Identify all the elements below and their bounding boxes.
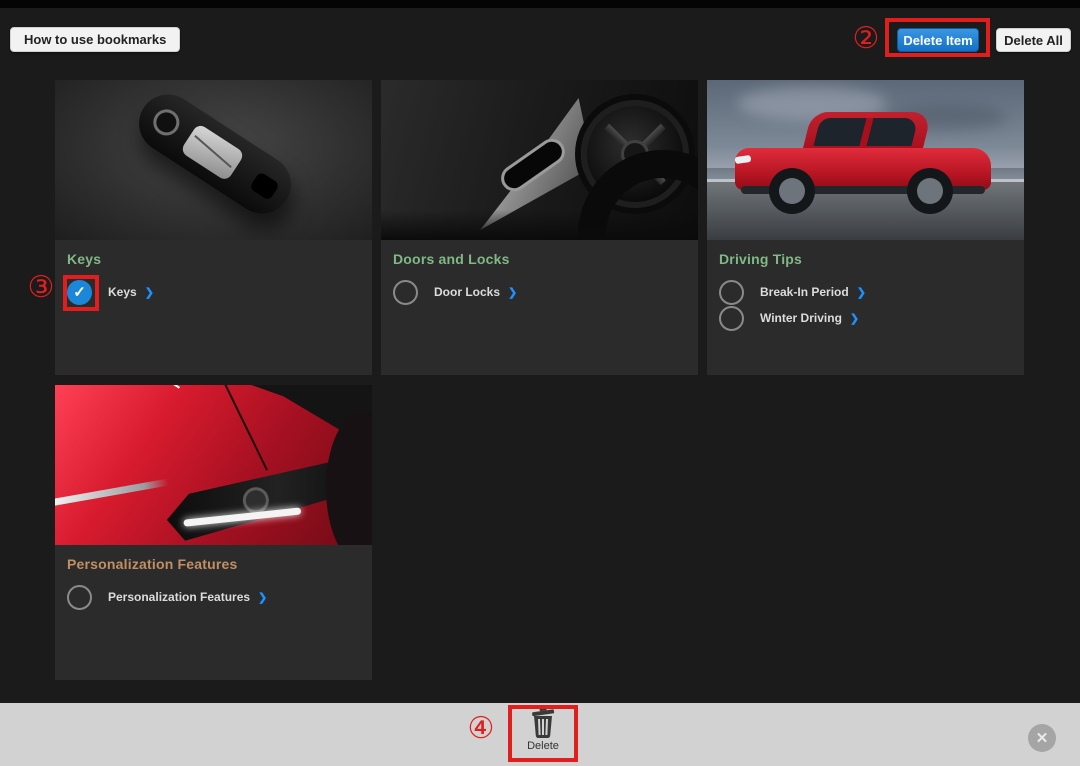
check-icon: ✓ [73, 283, 86, 301]
annotation-number-2: ② [852, 22, 880, 55]
delete-tool-label: Delete [527, 740, 559, 752]
card-title: Personalization Features [67, 556, 238, 572]
card-title: Doors and Locks [393, 251, 510, 267]
keys-photo [55, 80, 372, 240]
key-fob-illustration [127, 83, 303, 225]
bookmarks-screen: How to use bookmarks Delete Item Delete … [0, 0, 1080, 766]
delete-tool-button[interactable]: Delete [513, 707, 573, 752]
close-button[interactable]: ✕ [1028, 724, 1056, 752]
bookmark-row-keys[interactable]: ✓ Keys ❯ [67, 279, 360, 305]
bookmark-link-label[interactable]: Break-In Period [760, 285, 849, 299]
card-driving-tips: Driving Tips ✓ Break-In Period ❯ ✓ Winte… [707, 80, 1024, 375]
checkbox-personalization-features[interactable]: ✓ [67, 584, 92, 610]
chevron-right-icon: ❯ [849, 312, 860, 325]
bookmark-row-personalization-features[interactable]: ✓ Personalization Features ❯ [67, 584, 360, 610]
checkbox-winter-driving[interactable]: ✓ [719, 305, 744, 331]
driving-photo [707, 80, 1024, 240]
bookmark-link-label[interactable]: Keys [108, 285, 137, 299]
how-to-use-bookmarks-button[interactable]: How to use bookmarks [10, 27, 181, 52]
annotation-number-3: ③ [27, 271, 55, 304]
bookmark-link-label[interactable]: Door Locks [434, 285, 500, 299]
headlight-illustration [162, 459, 353, 543]
top-strip [0, 0, 1080, 8]
bookmark-row-door-locks[interactable]: ✓ Door Locks ❯ [393, 279, 686, 305]
card-personalization-features: Personalization Features ✓ Personalizati… [55, 385, 372, 680]
doors-photo [381, 80, 698, 240]
chevron-right-icon: ❯ [508, 286, 518, 299]
checkbox-keys[interactable]: ✓ [67, 279, 92, 305]
checkbox-break-in-period[interactable]: ✓ [719, 279, 744, 305]
bookmark-row-break-in-period[interactable]: ✓ Break-In Period ❯ [719, 279, 1012, 305]
chevron-right-icon: ❯ [258, 591, 268, 604]
checkbox-door-locks[interactable]: ✓ [393, 279, 418, 305]
card-title: Driving Tips [719, 251, 803, 267]
bookmark-link-label[interactable]: Personalization Features [108, 590, 250, 604]
card-doors-and-locks: Doors and Locks ✓ Door Locks ❯ [381, 80, 698, 375]
delete-item-button[interactable]: Delete Item [897, 28, 979, 52]
bookmark-row-winter-driving[interactable]: ✓ Winter Driving ❯ [719, 305, 1012, 331]
close-icon: ✕ [1035, 729, 1049, 747]
trash-icon [532, 707, 555, 738]
card-title: Keys [67, 251, 102, 267]
personalization-photo [55, 385, 372, 545]
chevron-right-icon: ❯ [856, 286, 866, 299]
chevron-right-icon: ❯ [144, 286, 154, 299]
delete-all-button[interactable]: Delete All [996, 28, 1071, 52]
red-car-illustration [734, 112, 997, 216]
card-keys: Keys ✓ Keys ❯ [55, 80, 372, 375]
bookmark-link-label[interactable]: Winter Driving [760, 311, 842, 325]
